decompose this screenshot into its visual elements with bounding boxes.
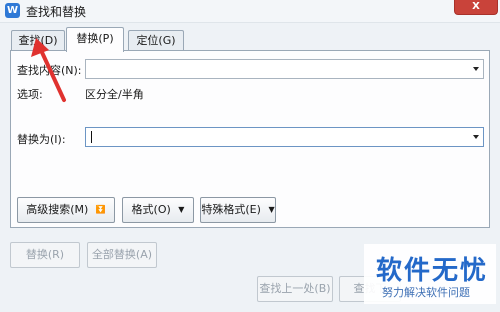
format-label: 格式(O) xyxy=(131,203,171,216)
wps-writer-icon: W xyxy=(5,3,20,18)
format-button[interactable]: 格式(O) ▼ xyxy=(122,197,194,223)
advanced-search-label: 高级搜索(M) xyxy=(26,203,89,216)
tab-replace[interactable]: 替换(P) xyxy=(66,27,124,52)
tab-find[interactable]: 查找(D) xyxy=(11,30,65,51)
chevron-down-icon: ▼ xyxy=(268,205,275,214)
advanced-search-button[interactable]: 高级搜索(M) ⏬ xyxy=(17,197,115,223)
tab-goto[interactable]: 定位(G) xyxy=(128,30,184,51)
options-label: 选项: xyxy=(17,88,43,101)
find-label: 查找内容(N): xyxy=(17,64,82,77)
close-button[interactable]: X xyxy=(454,0,498,15)
find-dropdown-icon[interactable] xyxy=(473,67,479,71)
special-format-button[interactable]: 特殊格式(E) ▼ xyxy=(200,197,276,223)
options-value: 区分全/半角 xyxy=(85,88,144,101)
watermark-title: 软件无忧 xyxy=(376,256,489,286)
replace-label: 替换为(I): xyxy=(17,133,66,146)
replace-all-button[interactable]: 全部替换(A) xyxy=(87,242,157,268)
watermark: 软件无忧 努力解决软件问题 xyxy=(364,244,496,304)
double-chevron-down-icon: ⏬ xyxy=(95,205,106,214)
title-bar: W 查找和替换 X xyxy=(0,0,500,23)
replace-dropdown-icon[interactable] xyxy=(473,135,479,139)
replace-input[interactable] xyxy=(85,127,484,147)
replace-button[interactable]: 替换(R) xyxy=(10,242,80,268)
watermark-subtitle: 努力解决软件问题 xyxy=(382,286,470,299)
special-format-label: 特殊格式(E) xyxy=(201,203,261,216)
text-cursor xyxy=(91,131,92,143)
chevron-down-icon: ▼ xyxy=(178,205,185,214)
find-previous-button[interactable]: 查找上一处(B) xyxy=(257,276,333,302)
window-title: 查找和替换 xyxy=(26,5,87,19)
find-input[interactable] xyxy=(85,59,484,79)
